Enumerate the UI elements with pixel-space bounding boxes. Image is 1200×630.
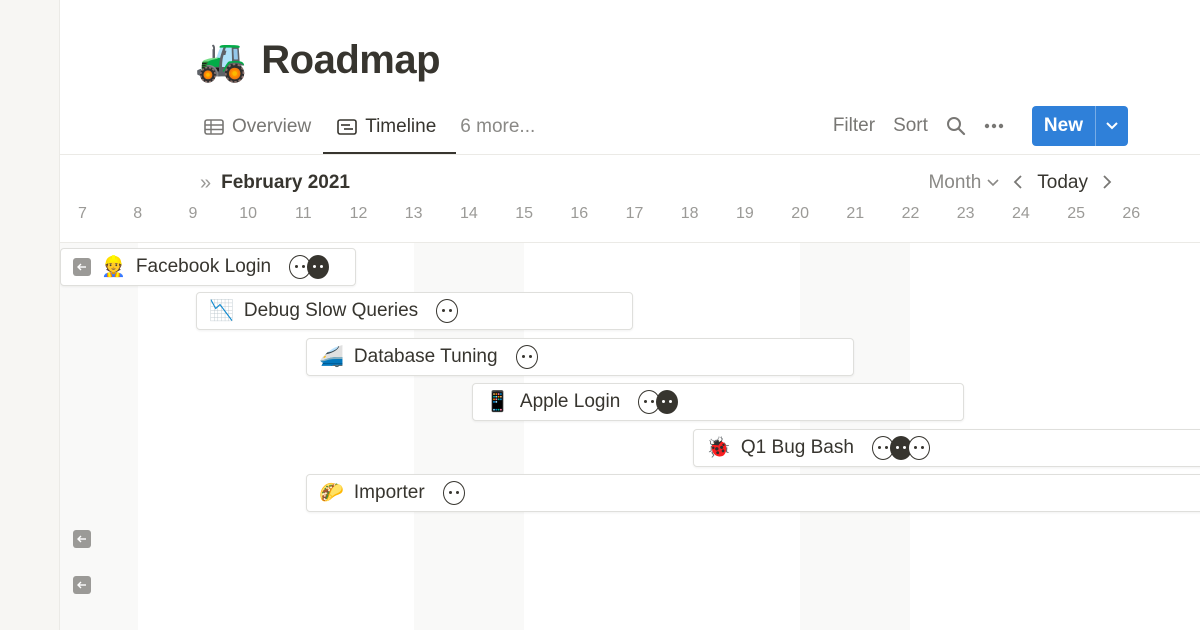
assignee-avatars <box>871 436 930 460</box>
task-emoji: 🐞 <box>706 437 731 459</box>
timeline-bar[interactable]: 📉 Debug Slow Queries <box>196 292 633 330</box>
timeline-bar[interactable]: 👷 Facebook Login <box>60 248 356 286</box>
more-options-icon[interactable] <box>984 123 1004 129</box>
task-emoji: 🌮 <box>319 482 344 504</box>
day-label: 14 <box>459 205 478 222</box>
day-label: 21 <box>846 205 865 222</box>
avatar <box>307 255 330 279</box>
tab-overview[interactable]: Overview <box>200 108 321 146</box>
next-chevron-icon[interactable] <box>1102 173 1112 194</box>
table-icon <box>204 119 224 135</box>
more-views-link[interactable]: 6 more... <box>446 108 535 146</box>
task-name: Debug Slow Queries <box>243 300 419 321</box>
new-dropdown-chevron-icon[interactable] <box>1095 106 1128 146</box>
scale-label: Month <box>928 172 982 193</box>
day-label: 20 <box>791 205 809 222</box>
timeline-bar[interactable]: 📱 Apple Login <box>472 383 964 421</box>
month-header: » February 2021 <box>200 168 350 198</box>
day-label: 13 <box>404 205 423 222</box>
day-label: 12 <box>349 205 368 222</box>
tab-timeline-label: Timeline <box>365 116 437 137</box>
task-emoji: 🚄 <box>319 346 344 368</box>
timeline-icon <box>337 119 357 135</box>
day-label: 16 <box>570 205 589 222</box>
task-emoji: 👷 <box>101 256 126 278</box>
day-label: 26 <box>1122 205 1141 222</box>
chevron-down-icon <box>987 179 999 187</box>
day-label: 23 <box>956 205 975 222</box>
task-emoji: 📉 <box>209 300 234 322</box>
page: 🚜 Roadmap Overview Timeline 6 more... Fi… <box>60 0 1200 630</box>
task-name: Importer <box>353 482 425 503</box>
day-label: 10 <box>239 205 257 222</box>
day-label: 17 <box>625 205 644 222</box>
timeline-bar[interactable]: 🚄 Database Tuning <box>306 338 854 376</box>
page-title-text[interactable]: Roadmap <box>261 38 440 83</box>
previous-chevron-icon[interactable] <box>1013 173 1023 194</box>
weekend-column <box>60 243 138 630</box>
assignee-avatars <box>436 299 459 323</box>
today-button[interactable]: Today <box>1037 172 1088 194</box>
page-emoji[interactable]: 🚜 <box>195 39 247 81</box>
avatar <box>656 390 679 414</box>
new-button-group: New <box>1031 106 1128 146</box>
day-label: 8 <box>133 205 143 222</box>
day-label: 22 <box>901 205 920 222</box>
timeline-bar[interactable]: 🐞 Q1 Bug Bash <box>693 429 1200 467</box>
new-button[interactable]: New <box>1032 106 1095 146</box>
task-name: Q1 Bug Bash <box>740 437 854 458</box>
task-name: Apple Login <box>519 391 621 412</box>
tab-timeline[interactable]: Timeline <box>323 108 457 154</box>
assignee-avatars <box>289 255 330 279</box>
day-label: 18 <box>680 205 699 222</box>
avatar <box>436 299 459 323</box>
page-title: 🚜 Roadmap <box>195 32 441 88</box>
toolbar: Filter Sort New <box>833 106 1128 146</box>
day-label: 11 <box>294 205 312 222</box>
scale-select[interactable]: Month <box>928 172 999 194</box>
assignee-avatars <box>442 481 465 505</box>
task-emoji: 📱 <box>485 391 510 413</box>
assignee-avatars <box>638 390 679 414</box>
view-tabs: Overview Timeline 6 more... <box>200 108 535 154</box>
sort-button[interactable]: Sort <box>893 115 928 137</box>
collapse-chevron-icon[interactable]: » <box>200 172 211 195</box>
month-label: February 2021 <box>221 172 350 193</box>
avatar <box>442 481 465 505</box>
grid-divider <box>60 242 1200 243</box>
search-icon[interactable] <box>946 116 966 136</box>
day-label: 9 <box>188 205 198 222</box>
tab-overview-label: Overview <box>232 116 312 137</box>
day-label: 19 <box>735 205 754 222</box>
day-label: 15 <box>515 205 533 222</box>
task-name: Facebook Login <box>135 256 272 277</box>
timeline-nav: Month Today <box>928 168 1112 198</box>
header-divider <box>60 154 1200 155</box>
scroll-to-item-arrow-icon[interactable] <box>73 576 91 594</box>
filter-button[interactable]: Filter <box>833 115 875 137</box>
timeline-bar[interactable]: 🌮 Importer <box>306 474 1200 512</box>
day-label: 7 <box>78 205 87 222</box>
task-name: Database Tuning <box>353 346 498 367</box>
assignee-avatars <box>515 345 538 369</box>
day-scale: 7 8 9 10 11 12 13 14 15 16 17 18 19 20 21 22 23 24 25 26 <box>60 205 1200 231</box>
day-label: 25 <box>1067 205 1085 222</box>
scroll-to-item-arrow-icon[interactable] <box>73 258 91 276</box>
day-label: 24 <box>1011 205 1030 222</box>
avatar <box>907 436 930 460</box>
avatar <box>515 345 538 369</box>
scroll-to-item-arrow-icon[interactable] <box>73 530 91 548</box>
